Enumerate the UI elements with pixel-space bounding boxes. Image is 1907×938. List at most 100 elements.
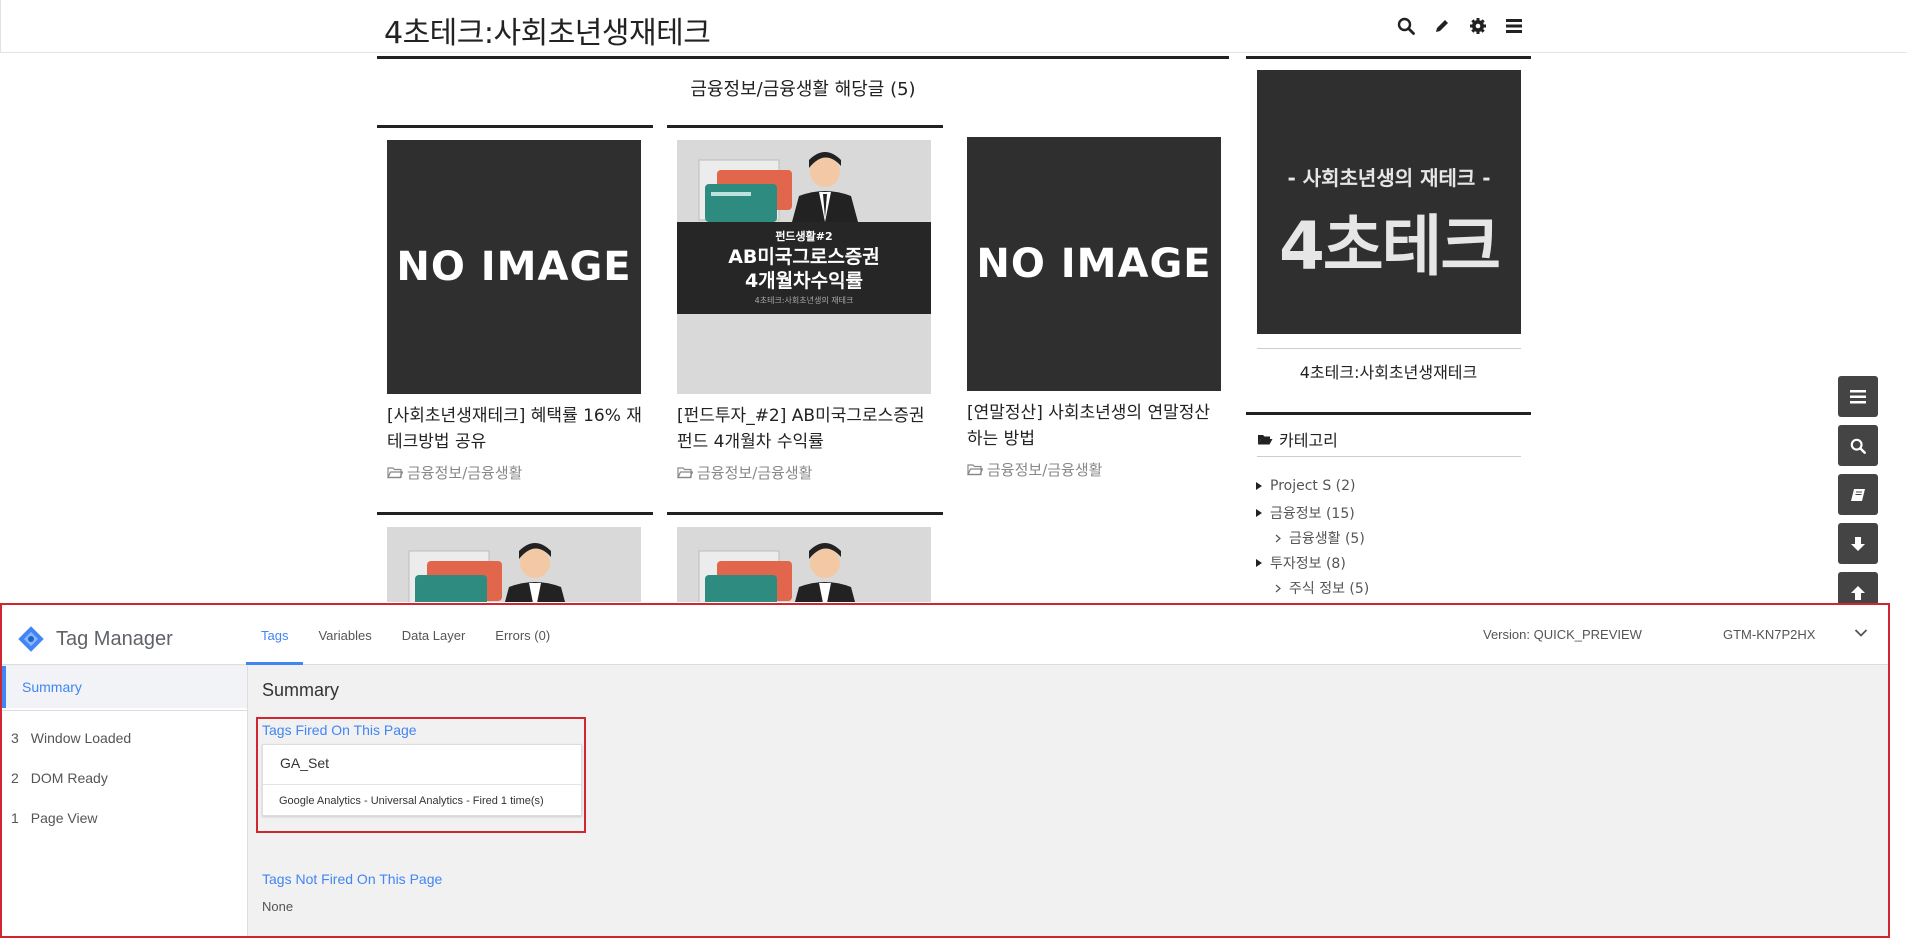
post-category[interactable]: 금융정보/금융생활 [387,462,522,483]
caret-right-icon [1256,482,1262,490]
category-item-finance-life[interactable]: 금융생활 (5) [1275,528,1365,548]
thumbnail-title-line1: AB미국그로스증권 [728,246,880,268]
category-item-stock-info[interactable]: 주식 정보 (5) [1275,578,1369,598]
menu-icon[interactable] [1838,376,1878,417]
post-category[interactable]: 금융정보/금융생활 [967,459,1102,480]
arrow-down-icon[interactable] [1838,523,1878,564]
tag-manager-logo: Tag Manager [16,624,173,654]
event-label: Window Loaded [30,730,132,746]
category-item-label: 주식 정보 (5) [1289,581,1370,597]
search-icon[interactable] [1396,15,1416,37]
post-thumbnail[interactable] [677,527,931,602]
man-with-cards-illustration [698,543,856,602]
chevron-down-icon[interactable] [1854,628,1868,638]
event-label: Page View [30,810,98,826]
profile-image-title: 4초테크 [1278,208,1501,285]
category-item-project-s[interactable]: Project S (2) [1256,478,1356,494]
category-widget: 카테고리 Project S (2) 금융정보 (15) 금융생활 (5) 투자… [1246,412,1531,597]
category-item-finance-info[interactable]: 금융정보 (15) [1256,503,1355,523]
no-image-placeholder: NO IMAGE [387,140,641,394]
tag-manager-header: Tag Manager Tags Variables Data Layer Er… [2,605,1888,665]
book-icon[interactable] [1838,474,1878,515]
caret-right-icon [1256,559,1262,567]
gear-icon[interactable] [1468,15,1488,37]
category-heading: 금융정보/금융생활 해당글 (5) [690,79,916,100]
container-id: GTM-KN7P2HX [1723,627,1816,642]
thumbnail-footer: 4초테크:사회초년생의 재테크 [754,296,854,305]
page: 4초테크:사회초년생재테크 금융정보/금융생활 해당글 (5) NO IMAGE… [0,0,1907,938]
folder-icon [677,467,693,479]
event-number: 2 [11,770,19,786]
tag-manager-panel: Tag Manager Tags Variables Data Layer Er… [0,603,1890,938]
fired-tag-card[interactable]: GA_Set Google Analytics - Universal Anal… [262,744,582,816]
tag-manager-tabs: Tags Variables Data Layer Errors (0) [246,605,565,665]
profile-image[interactable]: - 사회초년생의 재테크 - 4초테크 [1257,70,1521,334]
tab-data-layer[interactable]: Data Layer [387,605,481,665]
menu-icon[interactable] [1504,15,1524,37]
version-label: Version: QUICK_PREVIEW [1483,627,1642,642]
post-title[interactable]: [사회초년생재테크] 혜택률 16% 재테크방법 공유 [387,403,643,455]
tab-tags[interactable]: Tags [246,605,304,665]
folder-icon [967,464,983,476]
profile-image-tagline: - 사회초년생의 재테크 - [1287,166,1491,190]
chevron-right-icon [1275,584,1281,592]
category-title-label: 카테고리 [1279,431,1338,450]
post-category[interactable]: 금융정보/금융생활 [677,462,812,483]
sidebar-item-window-loaded[interactable]: 3 Window Loaded [11,730,131,746]
tag-manager-diamond-icon [18,626,44,652]
tab-errors[interactable]: Errors (0) [480,605,565,665]
post-category-label: 금융정보/금융생활 [407,464,523,482]
post-card[interactable]: NO IMAGE [연말정산] 사회초년생의 연말정산 하는 방법 금융정보/금… [957,125,1233,515]
category-item-label: 금융정보 (15) [1270,506,1355,522]
tags-not-fired-value: None [262,899,294,914]
profile-box: - 사회초년생의 재테크 - 4초테크 4초테크:사회초년생재테크 [1246,56,1531,382]
man-with-cards-illustration [698,152,858,222]
event-number: 1 [11,810,19,826]
post-card[interactable] [377,512,653,602]
post-card[interactable]: NO IMAGE [사회초년생재테크] 혜택률 16% 재테크방법 공유 금융정… [377,125,653,515]
post-category-label: 금융정보/금융생활 [697,464,813,482]
divider [1257,348,1521,349]
category-item-label: 금융생활 (5) [1289,531,1365,547]
event-label: DOM Ready [30,770,108,786]
fund-thumbnail-image [387,527,641,602]
site-title[interactable]: 4초테크:사회초년생재테크 [384,8,711,52]
profile-name[interactable]: 4초테크:사회초년생재테크 [1246,359,1531,383]
folder-open-icon [1258,434,1273,444]
tag-description: Google Analytics - Universal Analytics -… [279,795,544,807]
fund-thumbnail-image: 펀드생활#2 AB미국그로스증권 4개월차수익률 4초테크:사회초년생의 재테크 [677,140,931,394]
caret-right-icon [1256,509,1262,517]
post-thumbnail[interactable]: NO IMAGE [387,140,641,394]
sidebar-item-dom-ready[interactable]: 2 DOM Ready [11,770,108,786]
category-item-label: Project S (2) [1270,478,1356,494]
man-with-cards-illustration [408,543,566,602]
pencil-icon[interactable] [1432,15,1452,37]
thumbnail-title-line2: 4개월차수익률 [744,270,864,292]
post-title[interactable]: [연말정산] 사회초년생의 연말정산 하는 방법 [967,400,1223,452]
chevron-right-icon [1275,534,1281,542]
blog-header: 4초테크:사회초년생재테크 [0,0,1907,53]
thumbnail-subtitle: 펀드생활#2 [775,230,833,243]
post-card[interactable] [667,512,943,602]
divider [1257,456,1521,457]
post-thumbnail[interactable] [387,527,641,602]
category-heading-box: 금융정보/금융생활 해당글 (5) [377,56,1229,126]
post-title[interactable]: [펀드투자_#2] AB미국그로스증권 펀드 4개월차 수익률 [677,403,933,455]
tags-not-fired-title: Tags Not Fired On This Page [262,871,443,887]
post-category-label: 금융정보/금융생활 [987,461,1103,479]
tags-fired-title: Tags Fired On This Page [262,722,417,738]
sidebar-item-page-view[interactable]: 1 Page View [11,810,97,826]
divider [2,710,247,711]
thumbnail-text-band: 펀드생활#2 AB미국그로스증권 4개월차수익률 4초테크:사회초년생의 재테크 [677,222,931,314]
tab-variables[interactable]: Variables [303,605,386,665]
search-icon[interactable] [1838,425,1878,466]
event-number: 3 [11,730,19,746]
event-sidebar: Summary 3 Window Loaded 2 DOM Ready 1 Pa… [2,666,248,936]
post-card[interactable]: 펀드생활#2 AB미국그로스증권 4개월차수익률 4초테크:사회초년생의 재테크… [667,125,943,515]
category-widget-title: 카테고리 [1257,427,1338,451]
sidebar-item-summary[interactable]: Summary [2,666,247,708]
tag-name: GA_Set [280,755,330,771]
post-thumbnail[interactable]: NO IMAGE [967,137,1221,391]
post-thumbnail[interactable]: 펀드생활#2 AB미국그로스증권 4개월차수익률 4초테크:사회초년생의 재테크 [677,140,931,394]
category-item-invest-info[interactable]: 투자정보 (8) [1256,553,1346,573]
